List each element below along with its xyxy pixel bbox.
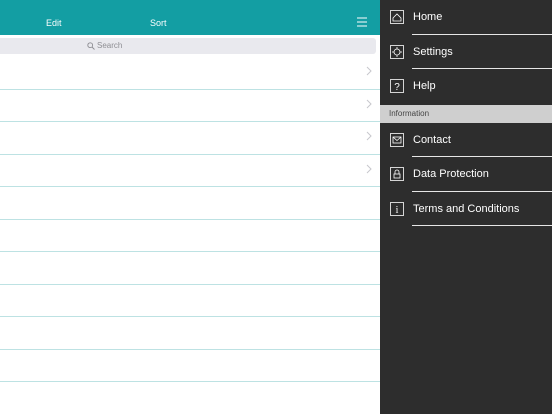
gear-icon [390, 44, 404, 59]
list-item[interactable] [0, 220, 380, 252]
list-item[interactable] [0, 285, 380, 317]
list-item[interactable] [0, 252, 380, 285]
list-item[interactable] [0, 122, 380, 155]
list-item[interactable] [0, 382, 380, 414]
list-item[interactable] [0, 57, 380, 90]
drawer-item-label: Data Protection [413, 168, 489, 180]
question-icon: ? [390, 79, 404, 93]
drawer-item-settings[interactable]: Settings [380, 35, 552, 69]
list-item[interactable] [0, 90, 380, 122]
drawer-item-home[interactable]: Home [380, 0, 552, 35]
list-item[interactable] [0, 317, 380, 350]
chevron-right-icon [366, 99, 372, 108]
section-header-information: Information [380, 104, 552, 123]
chevron-right-icon [366, 164, 372, 173]
search-placeholder: Search [97, 41, 123, 50]
main-pane: Edit Sort Search [0, 0, 380, 414]
list-item[interactable] [0, 350, 380, 382]
home-icon [390, 10, 404, 24]
drawer-item-label: Settings [413, 45, 453, 58]
sort-button[interactable]: Sort [150, 0, 167, 35]
drawer-item-contact[interactable]: Contact [380, 123, 552, 157]
divider [412, 225, 552, 226]
edit-button[interactable]: Edit [46, 0, 62, 35]
chevron-right-icon [366, 131, 372, 141]
drawer-item-label: Home [413, 11, 443, 23]
side-drawer: Home Settings ? Help Information Contact [380, 0, 552, 414]
hamburger-menu-icon[interactable] [356, 17, 368, 27]
drawer-item-terms[interactable]: i Terms and Conditions [380, 192, 552, 226]
lock-icon [390, 167, 404, 181]
drawer-item-help[interactable]: ? Help [380, 69, 552, 104]
envelope-icon [390, 132, 404, 147]
list-item[interactable] [0, 155, 380, 187]
search-icon [87, 42, 95, 50]
drawer-item-label: Help [413, 80, 436, 92]
search-field[interactable]: Search [0, 38, 376, 54]
list [0, 57, 380, 414]
top-toolbar: Edit Sort [0, 0, 380, 35]
list-item[interactable] [0, 187, 380, 220]
svg-text:?: ? [394, 82, 400, 93]
info-icon: i [390, 201, 404, 216]
svg-text:i: i [396, 205, 399, 216]
drawer-item-label: Terms and Conditions [413, 202, 520, 215]
chevron-right-icon [366, 66, 372, 76]
drawer-item-label: Contact [413, 133, 451, 146]
drawer-item-data-protection[interactable]: Data Protection [380, 157, 552, 192]
